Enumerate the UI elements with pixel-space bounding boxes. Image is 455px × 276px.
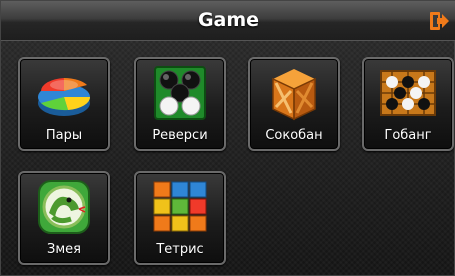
tile-label: Пары [45, 128, 83, 143]
tile-pairs[interactable]: Пары [18, 57, 110, 151]
tile-gobang[interactable]: Гобанг [362, 57, 454, 151]
tile-label: Сокобан [265, 128, 323, 143]
tile-label: Гобанг [384, 128, 432, 143]
exit-button[interactable] [428, 10, 450, 32]
tile-reversi[interactable]: Реверси [134, 57, 226, 151]
title-bar: Game [1, 1, 455, 41]
page-title: Game [197, 9, 260, 31]
snake-icon [38, 180, 90, 234]
tile-snake[interactable]: Змея [18, 171, 110, 265]
tetris-icon [153, 181, 207, 232]
gobang-icon [380, 70, 436, 116]
reversi-icon [154, 66, 206, 120]
game-screen: Game Пары Реверси Сокобан Гобанг Змея Те… [0, 0, 455, 276]
tile-label: Тетрис [156, 242, 204, 257]
exit-icon [430, 12, 449, 30]
tile-tetris[interactable]: Тетрис [134, 171, 226, 265]
crate-icon [272, 69, 316, 121]
pie-chart-icon [38, 78, 91, 116]
tile-sokoban[interactable]: Сокобан [248, 57, 340, 151]
tile-label: Реверси [152, 128, 208, 143]
tile-label: Змея [47, 242, 81, 257]
